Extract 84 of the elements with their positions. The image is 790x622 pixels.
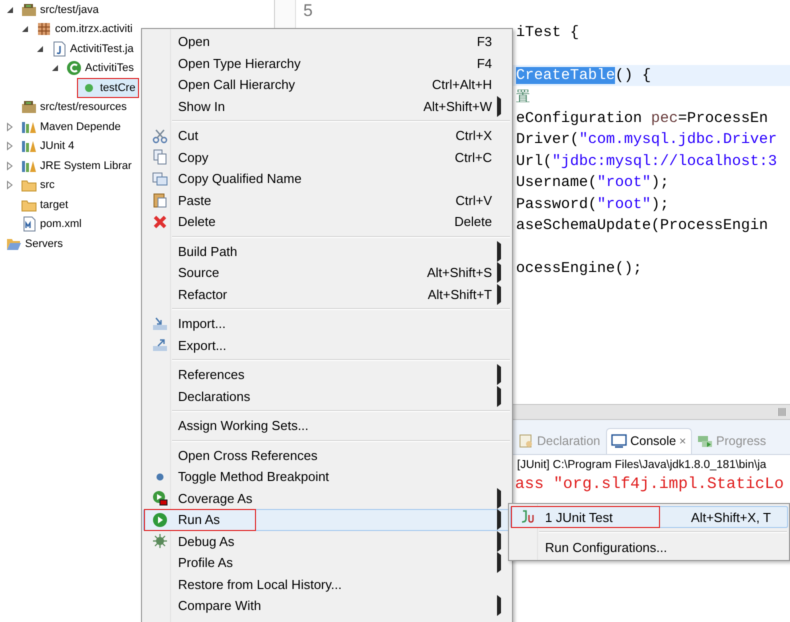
menu-item[interactable]: Run As	[143, 509, 511, 530]
tree-item[interactable]: ActivitiTest.ja	[47, 38, 138, 59]
copy-name-icon	[152, 170, 168, 187]
tree-item[interactable]: src	[17, 175, 59, 196]
export-icon	[152, 337, 168, 354]
menu-item[interactable]: Refactor Alt+Shift+T	[143, 284, 511, 305]
menu-item[interactable]: Paste Ctrl+V	[143, 190, 511, 211]
menu-item[interactable]: Delete Delete	[143, 211, 511, 232]
tree-item[interactable]: Servers	[2, 234, 67, 254]
import-icon	[152, 316, 168, 332]
menu-item[interactable]: Toggle Method Breakpoint	[143, 466, 511, 488]
menu-item[interactable]: Copy Ctrl+C	[143, 146, 511, 168]
collapse-arrow-icon[interactable]	[51, 63, 59, 74]
code-line: eConfiguration pec=ProcessEn	[516, 110, 768, 127]
collapse-arrow-icon[interactable]	[36, 44, 44, 54]
menu-item[interactable]: Open Type Hierarchy F4	[143, 52, 511, 74]
xml-file-icon	[21, 216, 37, 232]
panel-tab[interactable]: Console ×	[606, 428, 692, 454]
collapse-arrow-icon[interactable]	[6, 4, 14, 15]
declaration-icon	[518, 433, 534, 449]
menu-item[interactable]: Open Cross References	[143, 444, 511, 466]
expand-arrow-icon[interactable]	[6, 141, 14, 152]
code-line: aseSchemaUpdate(ProcessEngin	[516, 217, 768, 234]
menu-item[interactable]: 1 JUnit Test Alt+Shift+X, T	[510, 506, 788, 528]
menu-item[interactable]: Restore from Local History...	[143, 574, 511, 595]
menu-item[interactable]: Profile As	[143, 552, 511, 574]
menu-item[interactable]: References	[143, 364, 511, 386]
delete-icon	[152, 214, 168, 230]
paste-icon	[152, 192, 168, 208]
menu-item[interactable]: Run Configurations...	[510, 536, 788, 558]
console-icon	[611, 433, 628, 449]
menu-item[interactable]: Compare With	[143, 595, 511, 616]
code-line: Username("root");	[516, 174, 670, 192]
java-file-icon	[51, 40, 67, 57]
menu-item[interactable]: Export...	[143, 334, 511, 356]
tree-item[interactable]: ActivitiTes	[62, 58, 138, 78]
tree-item[interactable]: com.itrzx.activiti	[32, 19, 137, 40]
grip-icon	[778, 408, 786, 416]
menu-item[interactable]: Source Alt+Shift+S	[143, 262, 511, 284]
menu-item[interactable]: Copy Qualified Name	[143, 168, 511, 190]
menu-item[interactable]: Cut Ctrl+X	[143, 125, 511, 146]
class-icon	[66, 60, 82, 76]
tree-item[interactable]: src/test/resources	[17, 97, 131, 118]
tree-item[interactable]: JUnit 4	[17, 136, 78, 156]
line-number: 5	[302, 0, 314, 21]
code-line: Url("jdbc:mysql://localhost:3	[516, 152, 778, 170]
console-output-line: ass "org.slf4j.impl.StaticLo	[515, 475, 784, 493]
menu-item[interactable]: Declarations	[143, 386, 511, 407]
tree-item[interactable]: src/test/java	[17, 0, 103, 20]
progress-icon	[697, 433, 714, 449]
tree-item[interactable]: pom.xml	[17, 214, 86, 234]
tree-item[interactable]: JRE System Librar	[17, 156, 136, 176]
cut-icon	[152, 128, 168, 144]
menu-item[interactable]: Assign Working Sets...	[143, 415, 511, 436]
run-icon	[152, 512, 168, 528]
close-icon[interactable]: ×	[679, 434, 686, 448]
menu-item[interactable]: Open F3	[143, 31, 511, 52]
package-icon	[36, 21, 52, 38]
collapse-arrow-icon[interactable]	[21, 24, 29, 34]
library-icon	[21, 138, 37, 154]
bug-icon	[152, 533, 168, 550]
coverage-icon	[152, 490, 168, 506]
menu-item[interactable]: Build Path	[143, 240, 511, 262]
menu-item[interactable]: Debug As	[143, 530, 511, 552]
copy-icon	[152, 149, 168, 166]
menu-item[interactable]: Import...	[143, 313, 511, 334]
expand-arrow-icon[interactable]	[6, 122, 14, 132]
console-description: [JUnit] C:\Program Files\Java\jdk1.8.0_181\bin\ja	[516, 458, 768, 473]
code-line: 置	[516, 88, 530, 106]
junit-icon	[519, 509, 535, 525]
expand-arrow-icon[interactable]	[6, 180, 14, 190]
code-line: CreateTable() {	[516, 66, 652, 84]
tree-item[interactable]: testCre	[77, 78, 140, 98]
code-line: Driver("com.mysql.jdbc.Driver	[516, 131, 778, 148]
menu-item[interactable]: Show In Alt+Shift+W	[143, 96, 511, 117]
tree-item[interactable]: target	[17, 194, 72, 215]
code-line: Password("root");	[516, 196, 670, 213]
package-folder-icon	[21, 2, 37, 18]
menu-item[interactable]: Open Call Hierarchy Ctrl+Alt+H	[143, 74, 511, 96]
package-folder-icon	[21, 99, 37, 116]
tree-item[interactable]: Maven Depende	[17, 116, 125, 137]
code-line: iTest {	[516, 24, 580, 41]
code-line: ocessEngine();	[516, 260, 642, 278]
expand-arrow-icon[interactable]	[6, 160, 14, 171]
